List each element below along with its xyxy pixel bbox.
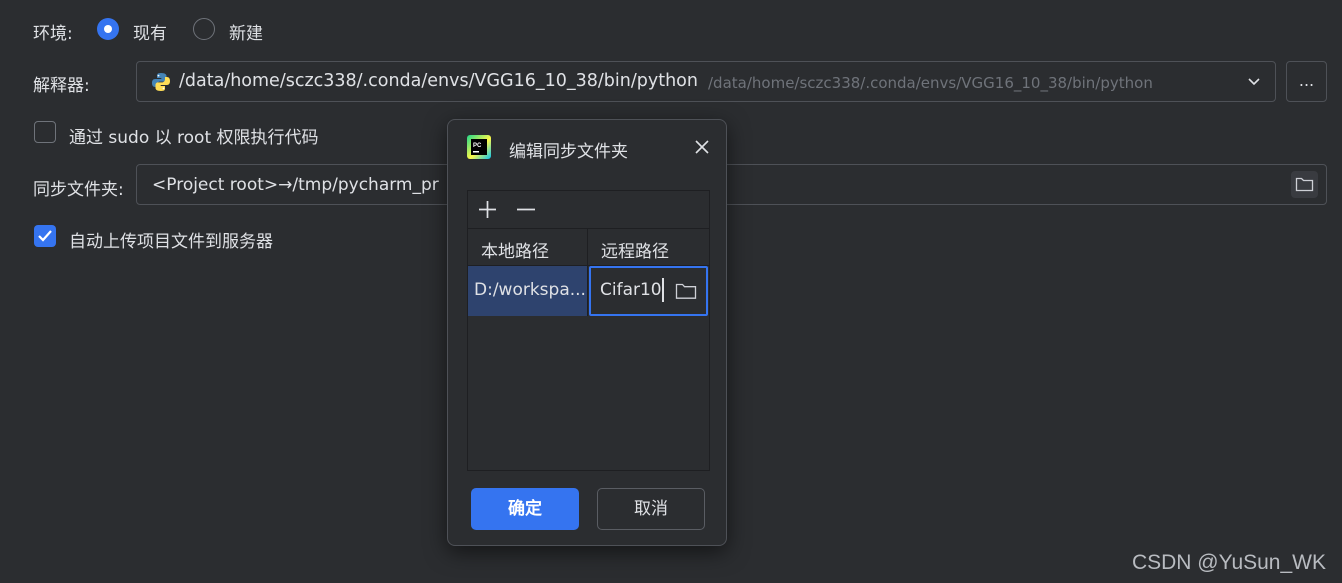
sudo-checkbox[interactable] — [34, 121, 56, 143]
column-header-local[interactable]: 本地路径 — [468, 229, 588, 266]
edit-sync-folders-dialog: PC 编辑同步文件夹 本地路径 远程路径 D:/workspa... Cifar… — [447, 119, 727, 546]
chevron-down-icon[interactable] — [1247, 77, 1261, 87]
interpreter-select[interactable]: /data/home/sczc338/.conda/envs/VGG16_10_… — [136, 61, 1276, 102]
close-icon[interactable] — [694, 139, 710, 155]
env-existing-radio[interactable] — [97, 18, 119, 40]
column-header-remote[interactable]: 远程路径 — [588, 229, 709, 266]
browse-interpreter-button[interactable]: ... — [1286, 61, 1327, 102]
add-icon[interactable] — [478, 200, 497, 219]
remote-path-editor[interactable]: Cifar10 — [589, 266, 708, 316]
sudo-label[interactable]: 通过 sudo 以 root 权限执行代码 — [69, 123, 319, 148]
sync-folder-value: <Project root>→/tmp/pycharm_pr — [152, 175, 439, 195]
ok-button[interactable]: 确定 — [471, 488, 579, 530]
remote-path-input[interactable]: Cifar10 — [600, 280, 662, 300]
python-icon — [152, 73, 170, 91]
folder-browse-button[interactable] — [1291, 171, 1318, 198]
pycharm-icon: PC — [467, 135, 491, 159]
auto-upload-label[interactable]: 自动上传项目文件到服务器 — [69, 227, 273, 252]
folder-icon[interactable] — [675, 282, 697, 300]
auto-upload-checkbox[interactable] — [34, 225, 56, 247]
env-new-label[interactable]: 新建 — [229, 19, 263, 44]
svg-text:PC: PC — [473, 143, 482, 149]
sync-folders-table: 本地路径 远程路径 D:/workspa... Cifar10 — [467, 190, 710, 471]
watermark: CSDN @YuSun_WK — [1131, 551, 1326, 574]
interpreter-path: /data/home/sczc338/.conda/envs/VGG16_10_… — [179, 71, 698, 91]
env-existing-label[interactable]: 现有 — [133, 19, 167, 44]
env-new-radio[interactable] — [193, 18, 215, 40]
table-toolbar — [468, 191, 709, 229]
check-icon — [38, 230, 52, 242]
folder-icon — [1295, 177, 1314, 192]
dialog-title: 编辑同步文件夹 — [509, 142, 628, 162]
sync-folder-label: 同步文件夹: — [33, 180, 124, 200]
interpreter-label: 解释器: — [33, 76, 90, 96]
cancel-button[interactable]: 取消 — [597, 488, 705, 530]
interpreter-hint: /data/home/sczc338/.conda/envs/VGG16_10_… — [708, 74, 1153, 92]
sync-folder-field[interactable]: <Project root>→/tmp/pycharm_pr — [136, 164, 1327, 205]
remove-icon[interactable] — [516, 200, 536, 219]
local-path-cell[interactable]: D:/workspa... — [468, 266, 588, 316]
env-label: 环境: — [33, 24, 73, 44]
text-caret — [662, 278, 664, 302]
